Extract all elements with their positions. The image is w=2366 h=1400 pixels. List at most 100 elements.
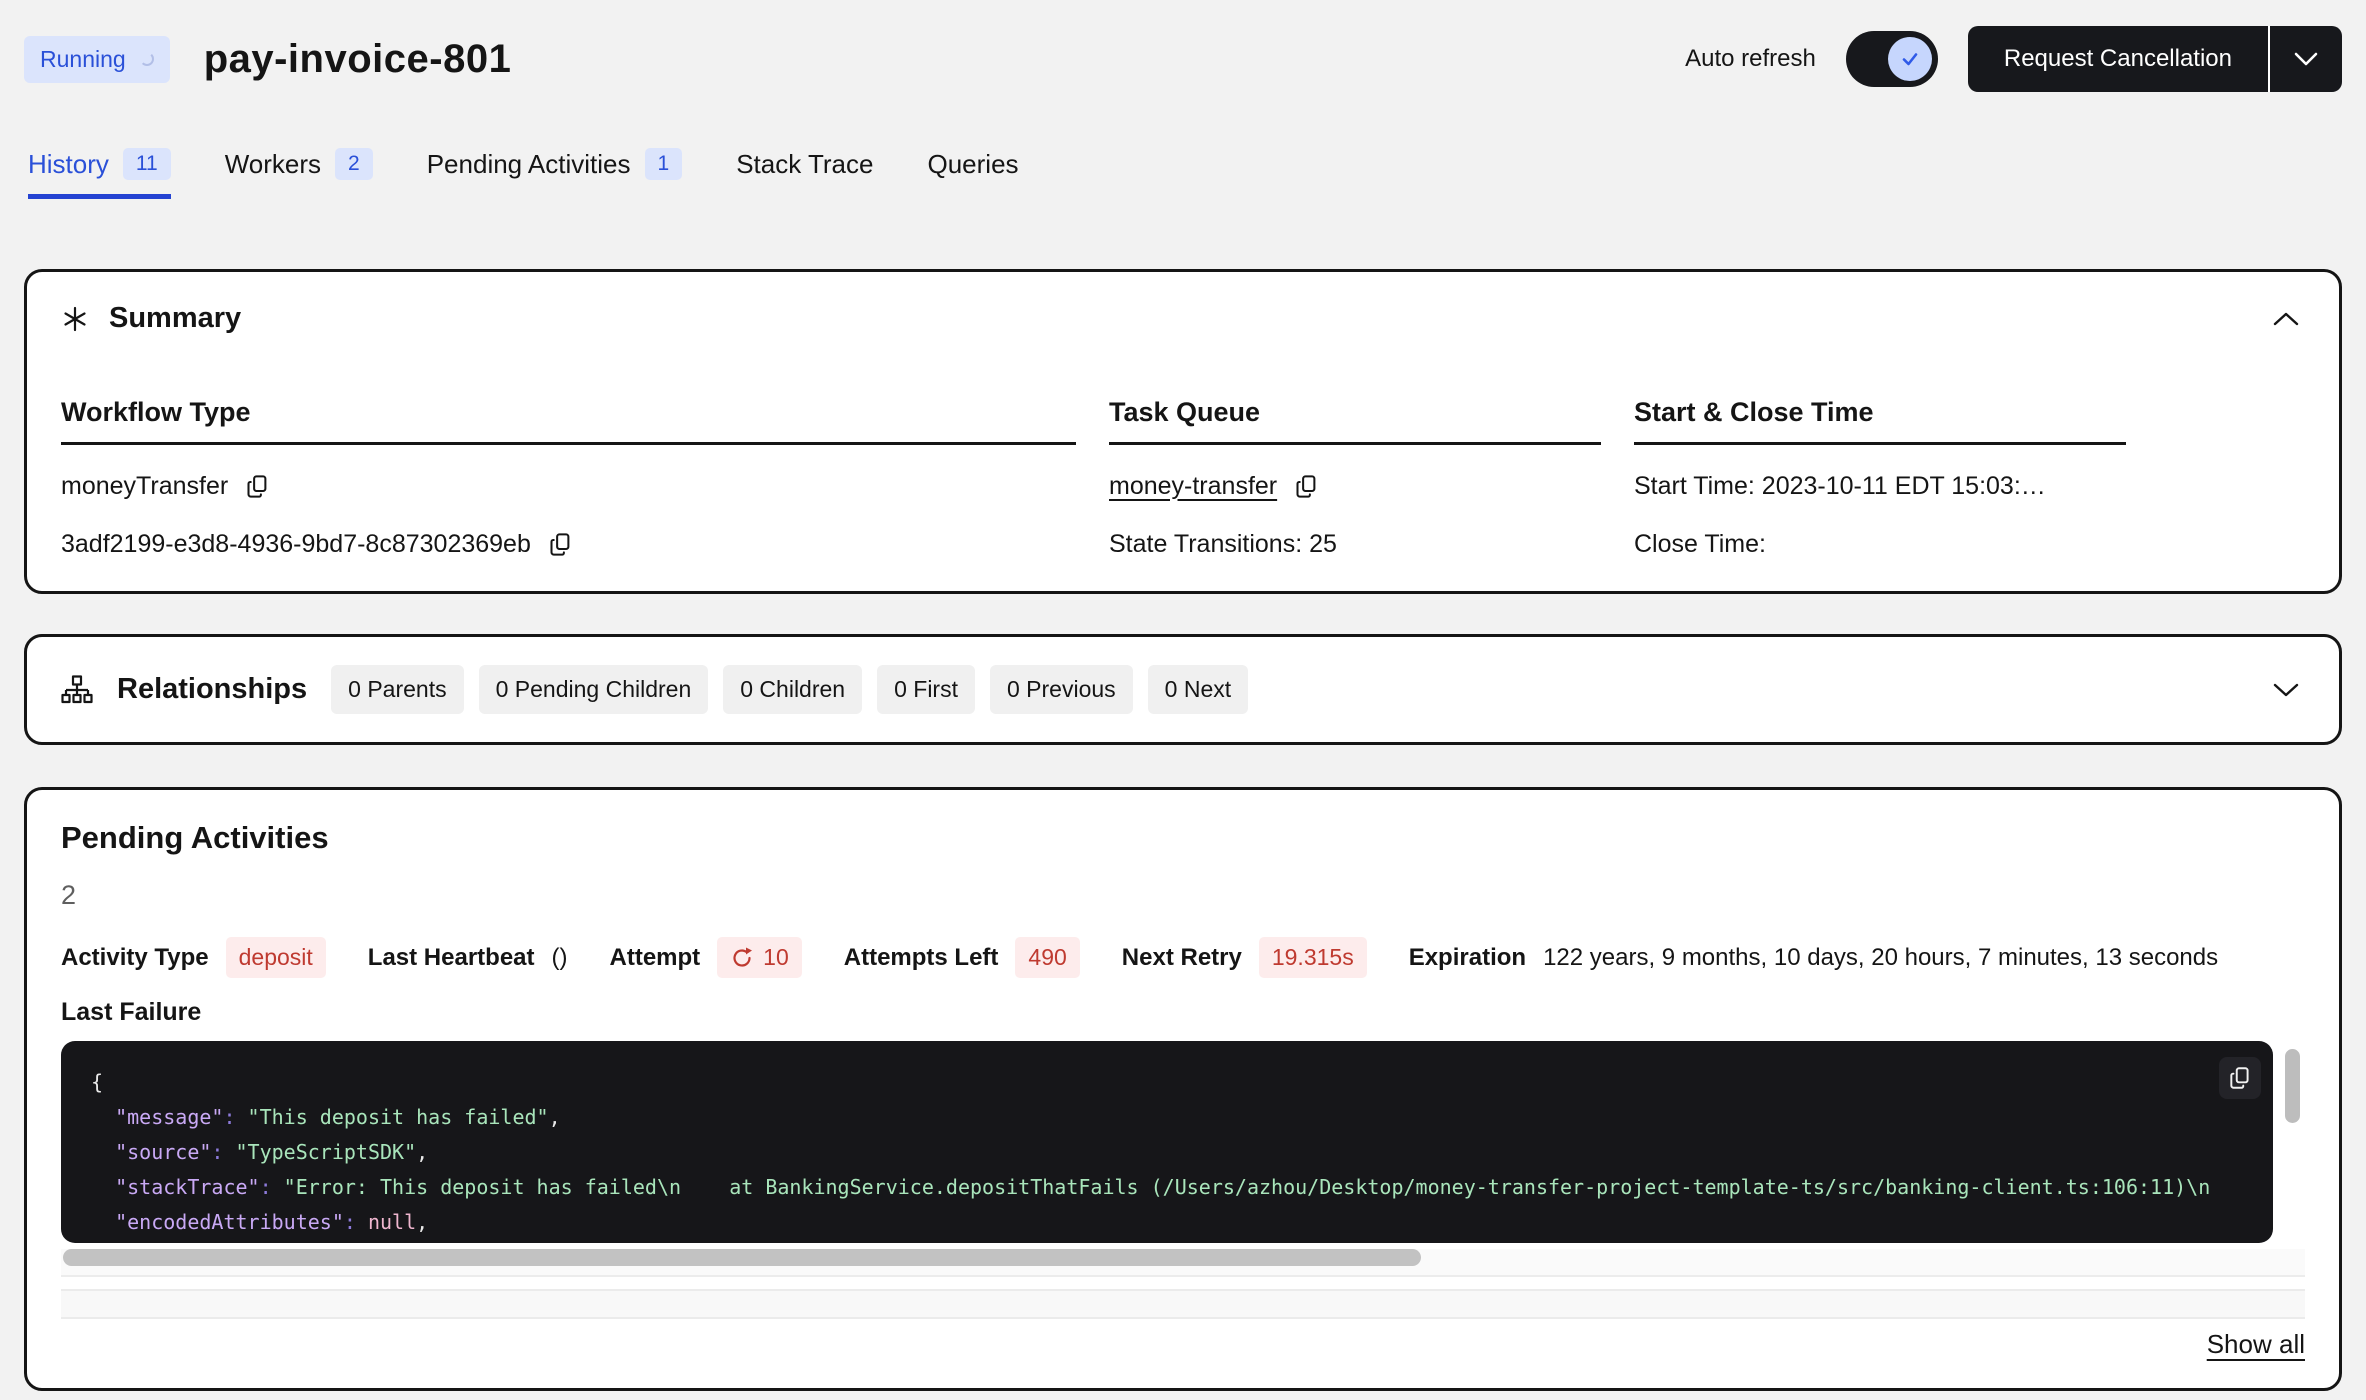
tab-bar: History 11 Workers 2 Pending Activities …	[24, 148, 2342, 199]
code-source-value: "TypeScriptSDK"	[236, 1140, 417, 1164]
code-message-key: "message"	[91, 1105, 223, 1129]
last-failure-block: { "message": "This deposit has failed", …	[61, 1041, 2305, 1243]
summary-card: Summary Workflow Type moneyTransfer	[24, 269, 2342, 594]
chevron-down-icon	[2293, 51, 2319, 67]
status-badge-label: Running	[40, 46, 126, 73]
tab-queries-label: Queries	[927, 149, 1018, 180]
request-cancellation-button[interactable]: Request Cancellation	[1968, 26, 2268, 92]
toggle-knob	[1888, 37, 1932, 81]
attempts-left-label: Attempts Left	[844, 944, 999, 972]
pending-activity-fields: Activity Type deposit Last Heartbeat () …	[61, 937, 2305, 978]
summary-card-header: Summary	[61, 302, 2305, 335]
horizontal-scrollbar-thumb[interactable]	[63, 1249, 1421, 1266]
code-encoded-attributes-key: "encodedAttributes"	[91, 1210, 344, 1234]
next-retry-badge: 19.315s	[1259, 937, 1367, 978]
last-heartbeat-label: Last Heartbeat	[368, 944, 535, 972]
tab-pending-activities[interactable]: Pending Activities 1	[427, 148, 682, 199]
task-queue-column: Task Queue money-transfer State Transiti…	[1109, 397, 1601, 561]
tab-queries[interactable]: Queries	[927, 148, 1018, 199]
copy-workflow-type-button[interactable]	[244, 473, 271, 500]
copy-icon	[547, 531, 574, 558]
tab-workers-label: Workers	[225, 149, 321, 180]
cancellation-dropdown-button[interactable]	[2270, 26, 2342, 92]
show-all-row: Show all	[61, 1329, 2305, 1360]
topbar: Running pay-invoice-801 Auto refresh Req…	[24, 20, 2342, 98]
activity-type-badge: deposit	[226, 937, 326, 978]
collapsed-activity-row	[61, 1289, 2305, 1319]
last-failure-label: Last Failure	[61, 998, 2305, 1027]
attempts-left-badge: 490	[1015, 937, 1079, 978]
auto-refresh-label: Auto refresh	[1685, 45, 1816, 73]
show-all-link[interactable]: Show all	[2207, 1329, 2305, 1359]
code-message-value: "This deposit has failed"	[248, 1105, 549, 1129]
relationships-title: Relationships	[117, 673, 307, 706]
workflow-type-header: Workflow Type	[61, 397, 1076, 445]
pending-activities-title: Pending Activities	[61, 820, 2305, 856]
expiration-field: Expiration 122 years, 9 months, 10 days,…	[1409, 944, 2218, 972]
tab-pending-activities-count: 1	[645, 148, 683, 180]
summary-asterisk-icon	[61, 305, 89, 333]
children-badge: 0 Children	[723, 665, 862, 714]
start-close-time-header: Start & Close Time	[1634, 397, 2126, 445]
tab-history-count: 11	[123, 148, 171, 180]
code-encoded-attributes-value: null	[368, 1210, 416, 1234]
copy-icon	[244, 473, 271, 500]
attempt-value: 10	[763, 944, 789, 971]
previous-badge: 0 Previous	[990, 665, 1133, 714]
tab-stack-trace[interactable]: Stack Trace	[736, 148, 873, 199]
code-vertical-scrollbar[interactable]	[2281, 1041, 2305, 1243]
last-heartbeat-value: ()	[552, 944, 568, 972]
attempt-label: Attempt	[610, 944, 701, 972]
next-retry-field: Next Retry 19.315s	[1122, 937, 1367, 978]
code-stacktrace-key: "stackTrace"	[91, 1175, 260, 1199]
copy-task-queue-button[interactable]	[1293, 473, 1320, 500]
task-queue-link[interactable]: money-transfer	[1109, 472, 1277, 501]
code-source-key: "source"	[91, 1140, 211, 1164]
start-close-time-column: Start & Close Time Start Time: 2023-10-1…	[1634, 397, 2126, 561]
workflow-type-value: moneyTransfer	[61, 472, 228, 501]
state-transitions-value: State Transitions: 25	[1109, 530, 1337, 559]
copy-icon	[1293, 473, 1320, 500]
summary-collapse-button[interactable]	[2267, 306, 2305, 332]
chevron-up-icon	[2271, 310, 2301, 328]
last-heartbeat-field: Last Heartbeat ()	[368, 944, 568, 972]
hierarchy-icon	[61, 674, 93, 706]
copy-icon	[2227, 1065, 2253, 1091]
attempt-field: Attempt 10	[610, 937, 802, 978]
tab-workers[interactable]: Workers 2	[225, 148, 373, 199]
attempt-badge: 10	[717, 937, 802, 978]
copy-run-id-button[interactable]	[547, 531, 574, 558]
vertical-scrollbar-thumb[interactable]	[2285, 1049, 2300, 1123]
tab-stack-trace-label: Stack Trace	[736, 149, 873, 180]
last-failure-json: { "message": "This deposit has failed", …	[61, 1041, 2273, 1243]
activity-type-field: Activity Type deposit	[61, 937, 326, 978]
tab-pending-activities-label: Pending Activities	[427, 149, 631, 180]
tab-history-label: History	[28, 149, 109, 180]
pending-children-badge: 0 Pending Children	[479, 665, 709, 714]
relationships-card: Relationships 0 Parents 0 Pending Childr…	[24, 634, 2342, 745]
workflow-type-column: Workflow Type moneyTransfer 3adf2199-e3d…	[61, 397, 1076, 561]
start-time-value: Start Time: 2023-10-11 EDT 15:03:…	[1634, 472, 2046, 501]
first-badge: 0 First	[877, 665, 975, 714]
auto-refresh-toggle[interactable]	[1846, 31, 1938, 87]
running-spinner-icon	[140, 52, 154, 66]
workflow-detail-page: Running pay-invoice-801 Auto refresh Req…	[0, 0, 2366, 1400]
copy-failure-json-button[interactable]	[2219, 1057, 2261, 1099]
code-horizontal-scrollbar[interactable]	[61, 1249, 2305, 1277]
code-stacktrace-value: "Error: This deposit has failed\n at Ban…	[284, 1175, 2211, 1199]
relationships-expand-button[interactable]	[2267, 677, 2305, 703]
relationship-badges: 0 Parents 0 Pending Children 0 Children …	[331, 665, 1248, 714]
next-retry-label: Next Retry	[1122, 944, 1242, 972]
task-queue-header: Task Queue	[1109, 397, 1601, 445]
expiration-label: Expiration	[1409, 944, 1526, 972]
run-id-value: 3adf2199-e3d8-4936-9bd7-8c87302369eb	[61, 530, 531, 559]
attempts-left-field: Attempts Left 490	[844, 937, 1080, 978]
code-open-brace: {	[91, 1070, 103, 1094]
close-time-value: Close Time:	[1634, 530, 1766, 559]
retry-icon	[730, 946, 754, 970]
summary-title: Summary	[109, 302, 241, 335]
status-badge: Running	[24, 36, 170, 83]
request-cancellation-group: Request Cancellation	[1968, 26, 2342, 92]
tab-history[interactable]: History 11	[28, 148, 171, 199]
pending-activities-count: 2	[61, 880, 2305, 911]
